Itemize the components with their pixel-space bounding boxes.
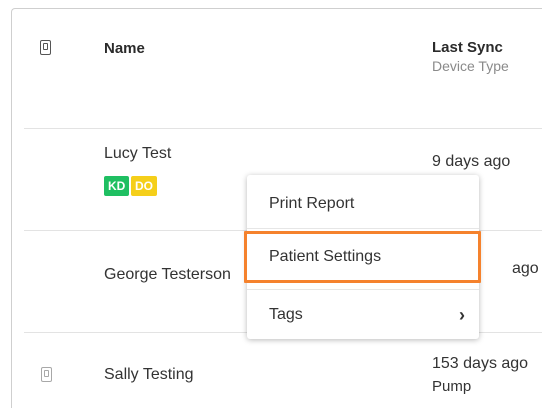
patient-name[interactable]: George Testerson — [104, 266, 231, 284]
tag-badge: DO — [131, 176, 157, 196]
menu-item-patient-settings[interactable]: Patient Settings — [244, 231, 481, 283]
menu-item-print-report[interactable]: Print Report — [247, 179, 479, 229]
tag-badge: KD — [104, 176, 130, 196]
last-sync-value: ago — [512, 260, 539, 277]
column-header-last-sync[interactable]: Last Sync — [432, 39, 503, 56]
patient-name[interactable]: Sally Testing — [104, 366, 194, 384]
last-sync-value: 9 days ago — [432, 153, 511, 170]
patient-context-menu: Print Report Patient Settings Tags › — [244, 175, 481, 339]
menu-item-label: Tags — [269, 306, 303, 323]
column-header-name[interactable]: Name — [104, 40, 145, 57]
menu-item-label: Print Report — [269, 195, 355, 212]
table-row[interactable]: Sally Testing 153 days ago Pump — [24, 333, 542, 417]
menu-item-tags[interactable]: Tags › — [247, 289, 479, 339]
device-icon — [41, 367, 52, 382]
device-type-value: Pump — [432, 378, 472, 395]
device-icon — [40, 40, 51, 55]
chevron-right-icon: › — [459, 305, 465, 325]
column-header-device-type[interactable]: Device Type — [432, 58, 509, 74]
menu-item-label: Patient Settings — [269, 248, 382, 265]
patient-name[interactable]: Lucy Test — [104, 145, 171, 163]
table-header: Name Last Sync Device Type — [24, 18, 542, 129]
last-sync-value: 153 days ago — [432, 355, 529, 372]
